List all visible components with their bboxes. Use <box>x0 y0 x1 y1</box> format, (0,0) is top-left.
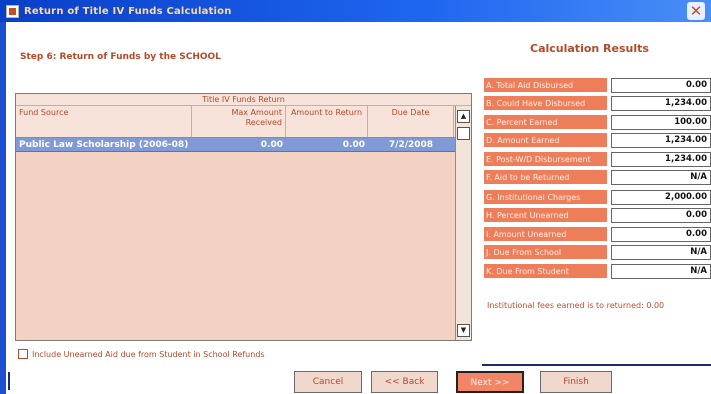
include-unearned-checkbox[interactable] <box>18 349 28 359</box>
column-header-due-date[interactable]: Due Date <box>368 106 454 137</box>
cell-fund-source: Public Law Scholarship (2006-08) <box>19 140 189 150</box>
step-label: Step 6: Return of Funds by the SCHOOL <box>20 52 221 62</box>
scroll-down-icon[interactable]: ▼ <box>457 324 470 337</box>
calc-value: 1,234.00 <box>611 152 711 167</box>
column-header-fund-source[interactable]: Fund Source <box>16 106 192 137</box>
calc-label: B. Could Have Disbursed <box>484 96 607 111</box>
back-button[interactable]: << Back <box>371 371 438 393</box>
calc-row-amount-unearned: I. Amount Unearned 0.00 <box>484 227 711 242</box>
calc-row-institutional-charges: G. Institutional Charges 2,000.00 <box>484 190 711 205</box>
divider <box>482 364 711 366</box>
left-frame-bar <box>0 22 6 394</box>
calc-value: 0.00 <box>611 227 711 242</box>
calc-value: N/A <box>611 245 711 260</box>
divider <box>8 372 10 390</box>
scroll-up-icon[interactable]: ▲ <box>457 110 470 123</box>
calc-label: E. Post-W/D Disbursement <box>484 152 607 167</box>
calc-row-could-have-disbursed: B. Could Have Disbursed 1,234.00 <box>484 96 711 111</box>
calc-row-total-aid-disbursed: A. Total Aid Disbursed 0.00 <box>484 78 711 93</box>
calc-row-post-wd-disbursement: E. Post-W/D Disbursement 1,234.00 <box>484 152 711 167</box>
institutional-fees-note: Institutional fees earned is to returned… <box>487 301 665 310</box>
window-title: Return of Title IV Funds Calculation <box>24 5 232 17</box>
calc-label: J. Due From School <box>484 245 607 260</box>
calc-row-due-from-student: K. Due From Student N/A <box>484 264 711 279</box>
column-header-amount-to-return[interactable]: Amount to Return <box>286 106 368 137</box>
calc-value: N/A <box>611 170 711 185</box>
calculation-results-title: Calculation Results <box>530 42 649 55</box>
calc-label: D. Amount Earned <box>484 133 607 148</box>
table-header: Fund Source Max Amount Received Amount t… <box>16 106 471 138</box>
calc-value: 1,234.00 <box>611 96 711 111</box>
calc-row-aid-to-be-returned: F. Aid to be Returned N/A <box>484 170 711 185</box>
calc-value: 1,234.00 <box>611 133 711 148</box>
calc-row-percent-earned: C. Percent Earned 100.00 <box>484 115 711 130</box>
include-unearned-label: Include Unearned Aid due from Student in… <box>32 349 265 359</box>
window-titlebar: Return of Title IV Funds Calculation ✕ <box>0 0 711 22</box>
cancel-button[interactable]: Cancel <box>294 371 362 393</box>
calc-label: H. Percent Unearned <box>484 208 607 223</box>
table-caption: Title IV Funds Return <box>16 94 471 106</box>
finish-button[interactable]: Finish <box>540 371 612 393</box>
cell-due-date: 7/2/2008 <box>388 140 434 150</box>
close-icon[interactable]: ✕ <box>687 2 705 20</box>
calc-value: 100.00 <box>611 115 711 130</box>
calc-label: A. Total Aid Disbursed <box>484 78 607 93</box>
calc-row-amount-earned: D. Amount Earned 1,234.00 <box>484 133 711 148</box>
calc-label: C. Percent Earned <box>484 115 607 130</box>
calc-label: K. Due From Student <box>484 264 607 279</box>
include-unearned-option[interactable]: Include Unearned Aid due from Student in… <box>18 349 265 359</box>
table-scrollbar[interactable]: ▲ ▼ <box>455 106 471 340</box>
calc-value: N/A <box>611 264 711 279</box>
calc-value: 0.00 <box>611 208 711 223</box>
cell-max-amount: 0.00 <box>260 140 283 150</box>
calc-value: 2,000.00 <box>611 190 711 205</box>
column-header-max-amount[interactable]: Max Amount Received <box>192 106 286 137</box>
scroll-thumb[interactable] <box>457 127 470 140</box>
cell-amount-to-return: 0.00 <box>342 140 365 150</box>
next-button[interactable]: Next >> <box>456 371 524 393</box>
calc-label: I. Amount Unearned <box>484 227 607 242</box>
app-icon <box>6 4 19 18</box>
calc-label: G. Institutional Charges <box>484 190 607 205</box>
calc-value: 0.00 <box>611 78 711 93</box>
calc-row-percent-unearned: H. Percent Unearned 0.00 <box>484 208 711 223</box>
calc-row-due-from-school: J. Due From School N/A <box>484 245 711 260</box>
calc-label: F. Aid to be Returned <box>484 170 607 185</box>
table-row[interactable]: Public Law Scholarship (2006-08) 0.00 0.… <box>16 138 471 152</box>
refund-table: Title IV Funds Return Fund Source Max Am… <box>15 93 472 341</box>
